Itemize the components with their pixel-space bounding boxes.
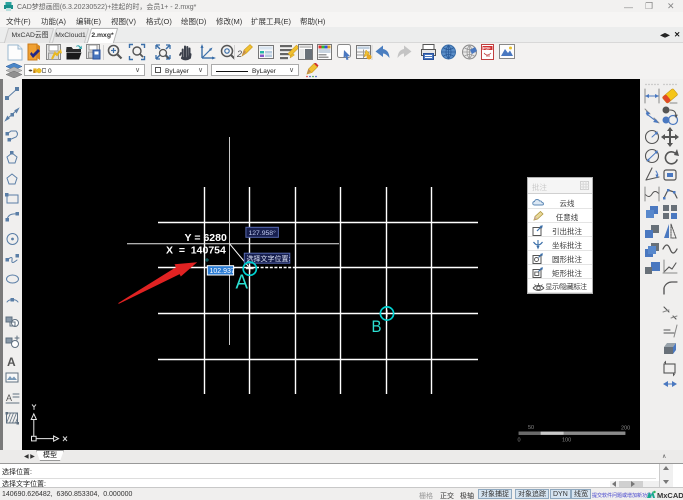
svg-text:102.937: 102.937 [210, 268, 235, 275]
svg-text:200: 200 [621, 426, 630, 432]
svg-text:100: 100 [562, 438, 571, 444]
svg-text:127.958°: 127.958° [249, 229, 277, 237]
svg-text:50: 50 [528, 425, 534, 431]
svg-text:A: A [6, 393, 12, 403]
svg-text:A: A [7, 355, 16, 369]
svg-text:A: A [236, 271, 249, 294]
svg-text:B: B [372, 318, 382, 336]
svg-text:PDF: PDF [483, 47, 491, 51]
svg-text:2: 2 [236, 49, 242, 59]
svg-text:选择文字位置:: 选择文字位置: [247, 254, 291, 263]
svg-text:Y = 6280: Y = 6280 [185, 232, 227, 244]
svg-text:X = 140754: X = 140754 [166, 245, 226, 257]
svg-text:0: 0 [518, 438, 521, 444]
